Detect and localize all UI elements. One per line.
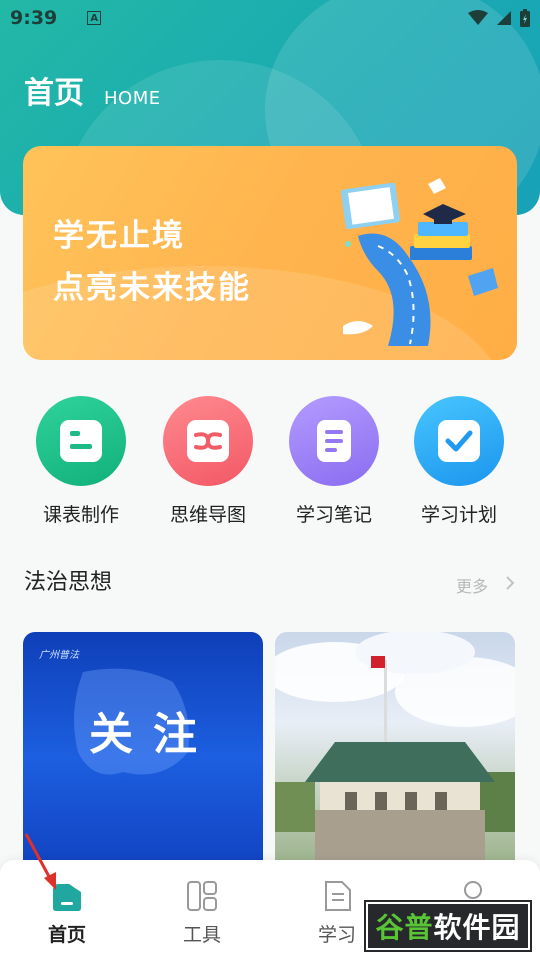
- banner-headline: 学无止境: [53, 218, 185, 254]
- status-time: 9:39: [10, 7, 58, 29]
- quick-action-notes[interactable]: 学习笔记: [279, 396, 389, 527]
- promo-banner[interactable]: 学无止境 点亮未来技能: [23, 146, 517, 360]
- building-photo: [275, 632, 515, 860]
- article-card[interactable]: [275, 632, 515, 860]
- quick-action-schedule[interactable]: 课表制作: [26, 396, 136, 527]
- wifi-icon: [468, 10, 488, 25]
- watermark-text: 软件园: [433, 911, 521, 944]
- books-road-illustration: [340, 178, 498, 346]
- tab-label: 工具: [182, 924, 221, 946]
- watermark-logo: 谷普 软件园: [364, 900, 532, 952]
- more-link[interactable]: 更多: [456, 573, 488, 597]
- grid-icon: [157, 878, 247, 912]
- status-icons: [468, 9, 530, 27]
- watermark-brand: 谷普: [375, 911, 434, 944]
- mindmap-icon: [163, 396, 253, 486]
- quick-action-mindmap[interactable]: 思维导图: [153, 396, 263, 527]
- notes-icon: [289, 396, 379, 486]
- card-headline: 关注: [89, 709, 217, 760]
- battery-icon: [520, 9, 530, 27]
- page-title: 首页: [24, 76, 84, 111]
- status-bar: 9:39 A: [0, 0, 540, 36]
- page-subtitle: HOME: [104, 88, 161, 109]
- checklist-icon: [414, 396, 504, 486]
- notification-icon: A: [87, 11, 102, 25]
- quick-actions: 课表制作 思维导图 学习笔记 学习计划: [0, 396, 540, 526]
- card-tag: 广州普法: [39, 650, 79, 661]
- section-title: 法治思想: [24, 570, 113, 595]
- quick-action-label: 学习笔记: [295, 504, 372, 526]
- tab-tools[interactable]: 工具: [157, 878, 247, 947]
- tab-label: 首页: [47, 924, 86, 946]
- quick-action-label: 课表制作: [42, 504, 119, 526]
- chevron-right-icon[interactable]: [505, 575, 515, 591]
- quick-action-label: 思维导图: [169, 504, 246, 526]
- article-card[interactable]: 广州普法 关注: [23, 632, 263, 860]
- quick-action-label: 学习计划: [420, 504, 497, 526]
- banner-subheadline: 点亮未来技能: [53, 270, 251, 306]
- quick-action-plan[interactable]: 学习计划: [404, 396, 514, 527]
- schedule-icon: [36, 396, 126, 486]
- arrow-annotation: [24, 833, 56, 890]
- signal-icon: [497, 11, 511, 25]
